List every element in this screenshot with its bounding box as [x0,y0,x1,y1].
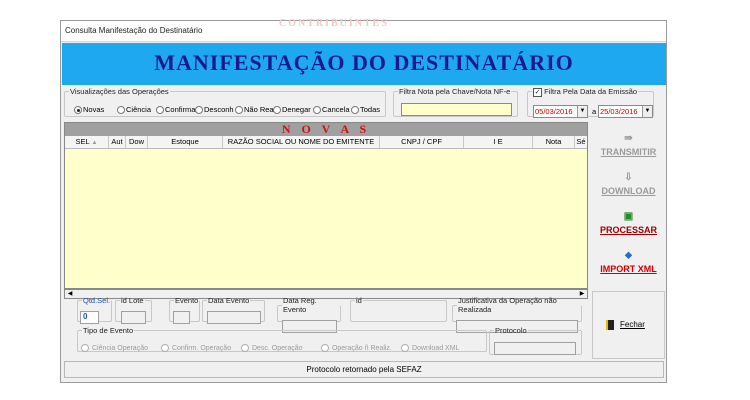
date-filter-legend[interactable]: ✓ Filtra Pela Data da Emissão [532,87,638,97]
key-filter-legend: Filtra Nota pela Chave/Nota NF-e [399,87,511,96]
col-razao-social[interactable]: RAZÃO SOCIAL OU NOME DO EMITENTE [223,136,380,148]
radio-icon [195,106,203,115]
col-estoque[interactable]: Estoque [148,136,223,148]
radio-download-xml[interactable]: Download XML [401,344,459,352]
col-sel[interactable]: SEL ▲ [65,136,109,148]
header-banner: MANIFESTAÇÃO DO DESTINATÁRIO [62,43,666,85]
close-button[interactable]: Fechar [606,320,645,330]
date-from-picker[interactable]: 05/03/2016 ▼ [533,104,588,118]
radio-icon [321,344,329,352]
col-serie[interactable]: Sé [575,136,587,148]
radio-nao-realizada[interactable]: Não Rea [235,105,274,115]
radio-icon [351,106,359,115]
import-icon: ⬥ [625,250,632,261]
radio-confirma[interactable]: Confirma [156,105,195,115]
radio-desconhecimento[interactable]: Desconh [195,105,234,115]
evento-group: Evento [169,296,201,324]
scroll-left-icon[interactable]: ◀ [65,290,75,298]
sort-icon: ▲ [91,140,98,146]
id-lote-field [121,311,146,324]
protocol-field [494,342,576,355]
watermark: CONTRIBUÍNTES [279,18,389,29]
title-bar: Consulta Manifestação do Destinatário CO… [61,18,666,42]
radio-denegar[interactable]: Denegar [273,105,311,115]
radio-novas[interactable]: Novas [74,105,104,115]
import-xml-button[interactable]: ⬥ IMPORT XML [592,250,665,274]
key-filter-group: Filtra Nota pela Chave/Nota NF-e [393,87,518,117]
app-window: Consulta Manifestação do Destinatário CO… [60,18,667,383]
chevron-down-icon[interactable]: ▼ [577,105,587,117]
radio-operacao-nao-realiz[interactable]: Operação ñ Realiz. [321,344,392,352]
event-type-group: Tipo de Evento Ciência Operação Confirm.… [77,326,487,352]
radio-cancela[interactable]: Cancela [313,105,350,115]
checkbox-checked-icon[interactable]: ✓ [533,87,542,97]
radio-icon [74,106,82,115]
qtd-sel-group: Qtd.Sel. 0 [77,296,113,324]
radio-icon [241,344,249,352]
radio-icon [117,106,125,115]
evento-field [173,311,190,324]
action-panel: ⇛ TRANSMITIR ⇩ DOWNLOAD ▣ PROCESSAR ⬥ IM… [592,122,665,289]
date-to-picker[interactable]: 25/03/2016 ▼ [598,104,653,118]
col-ie[interactable]: I E [464,136,533,148]
radio-ciencia[interactable]: Ciência [117,105,151,115]
radio-icon [81,344,89,352]
protocol-group: Protocolo [489,326,582,355]
transmit-button[interactable]: ⇛ TRANSMITIR [592,133,665,157]
window-title: Consulta Manifestação do Destinatário [65,26,203,35]
transmit-icon: ⇛ [624,133,633,144]
radio-icon [313,106,321,115]
radio-icon [235,106,243,115]
status-bar: Protocolo retornado pela SEFAZ [64,361,664,378]
data-evento-group: Data Evento [202,296,265,324]
key-filter-input[interactable] [401,103,512,116]
process-button[interactable]: ▣ PROCESSAR [592,211,665,235]
download-icon: ⇩ [624,172,633,183]
grid-caption: N O V A S [65,123,587,136]
radio-icon [401,344,409,352]
radio-confirm-operacao[interactable]: Confirm. Operação [161,344,231,352]
col-cnpj-cpf[interactable]: CNPJ / CPF [380,136,464,148]
qtd-sel-value: 0 [80,311,99,324]
chevron-down-icon[interactable]: ▼ [642,105,652,117]
door-icon [606,320,614,330]
radio-desc-operacao[interactable]: Desc. Operação [241,344,303,352]
id-group: id [350,296,447,322]
page-title: MANIFESTAÇÃO DO DESTINATÁRIO [154,50,574,75]
operations-view-group: Visualizações das Operações Novas Ciênci… [64,87,386,117]
justificativa-group: Justificativa da Operação não Realizada [452,296,582,333]
operations-view-legend: Visualizações das Operações [70,87,169,96]
radio-icon [161,344,169,352]
col-aut[interactable]: Aut [109,136,126,148]
grid-header: SEL ▲ Aut Dow Estoque RAZÃO SOCIAL OU NO… [65,136,587,149]
radio-todas[interactable]: Todas [351,105,380,115]
date-filter-group: ✓ Filtra Pela Data da Emissão 05/03/2016… [527,87,654,118]
data-reg-evento-group: Data Reg. Evento [277,296,341,333]
radio-icon [273,106,281,115]
id-lote-group: id Lote [115,296,152,324]
radio-icon [156,106,164,115]
process-icon: ▣ [623,211,634,222]
col-dow[interactable]: Dow [126,136,148,148]
data-evento-field [207,311,261,324]
date-range-separator: a [592,106,597,116]
close-panel: Fechar [592,291,665,359]
radio-ciencia-operacao[interactable]: Ciência Operação [81,344,148,352]
download-button[interactable]: ⇩ DOWNLOAD [592,172,665,196]
notes-grid[interactable]: N O V A S SEL ▲ Aut Dow Estoque RAZÃO SO… [64,122,588,289]
col-nota[interactable]: Nota [533,136,575,148]
